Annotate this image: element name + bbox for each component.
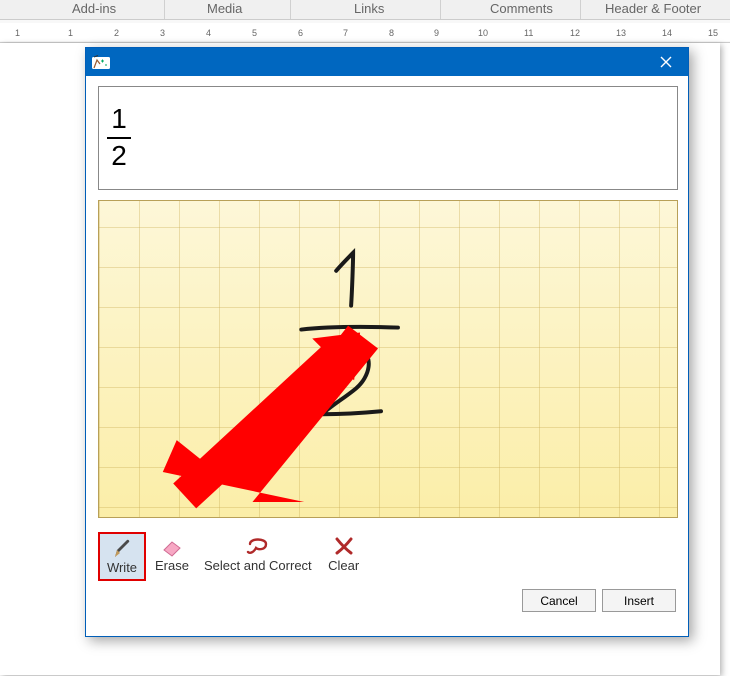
- fraction-line: [107, 137, 131, 139]
- ink-equation-icon: [92, 55, 110, 69]
- tool-select-correct[interactable]: Select and Correct: [198, 532, 318, 577]
- ink-equation-dialog: 1 2: [85, 47, 689, 637]
- close-button[interactable]: [644, 48, 688, 76]
- tool-write[interactable]: Write: [98, 532, 146, 581]
- ribbon-separator: [580, 0, 581, 19]
- tool-write-label: Write: [107, 560, 137, 575]
- ruler-mark: 14: [662, 28, 672, 38]
- ruler-mark: 8: [389, 28, 394, 38]
- ink-input-area[interactable]: [98, 200, 678, 518]
- pen-icon: [108, 536, 136, 560]
- ruler-mark: 7: [343, 28, 348, 38]
- clear-x-icon: [330, 534, 358, 558]
- dialog-buttons: Cancel Insert: [98, 589, 676, 612]
- ink-tools: Write Erase Select and Correct: [98, 532, 676, 581]
- fraction-denominator: 2: [111, 141, 127, 172]
- ruler-mark: 9: [434, 28, 439, 38]
- fraction-numerator: 1: [111, 104, 127, 135]
- insert-button[interactable]: Insert: [602, 589, 676, 612]
- ribbon-separator: [290, 0, 291, 19]
- ribbon-tab-comments[interactable]: Comments: [490, 1, 553, 16]
- ruler-mark: 12: [570, 28, 580, 38]
- equation-preview: 1 2: [98, 86, 678, 190]
- ribbon-tab-addins[interactable]: Add-ins: [72, 1, 116, 16]
- lasso-icon: [244, 534, 272, 558]
- dialog-body: 1 2: [86, 76, 688, 620]
- ruler-mark: 2: [114, 28, 119, 38]
- tool-select-correct-label: Select and Correct: [204, 558, 312, 573]
- close-icon: [660, 56, 672, 68]
- ribbon-tabs: Add-ins Media Links Comments Header & Fo…: [0, 0, 730, 19]
- ruler-mark: 11: [524, 28, 533, 38]
- dialog-titlebar[interactable]: [86, 48, 688, 76]
- tool-clear-label: Clear: [328, 558, 359, 573]
- ribbon-tab-headerfooter[interactable]: Header & Footer: [605, 1, 701, 16]
- ruler-scale: 1 1 2 3 4 5 6 7 8 9 10 11 12 13 14 15: [0, 23, 730, 41]
- ruler: 1 1 2 3 4 5 6 7 8 9 10 11 12 13 14 15: [0, 19, 730, 43]
- ruler-mark: 1: [68, 28, 73, 38]
- ruler-mark: 5: [252, 28, 257, 38]
- tool-erase[interactable]: Erase: [148, 532, 196, 577]
- ruler-mark: 4: [206, 28, 211, 38]
- ribbon-separator: [164, 0, 165, 19]
- ruler-mark: 6: [298, 28, 303, 38]
- ribbon-separator: [440, 0, 441, 19]
- ribbon-tab-media[interactable]: Media: [207, 1, 242, 16]
- tool-erase-label: Erase: [155, 558, 189, 573]
- ribbon-tab-links[interactable]: Links: [354, 1, 384, 16]
- fraction: 1 2: [107, 104, 131, 172]
- cancel-button[interactable]: Cancel: [522, 589, 596, 612]
- ruler-mark: 13: [616, 28, 626, 38]
- ruler-mark: 15: [708, 28, 718, 38]
- ruler-mark: 3: [160, 28, 165, 38]
- ruler-mark: 1: [15, 28, 20, 38]
- ink-strokes: [99, 201, 677, 518]
- ruler-mark: 10: [478, 28, 488, 38]
- eraser-icon: [158, 534, 186, 558]
- tool-clear[interactable]: Clear: [320, 532, 368, 577]
